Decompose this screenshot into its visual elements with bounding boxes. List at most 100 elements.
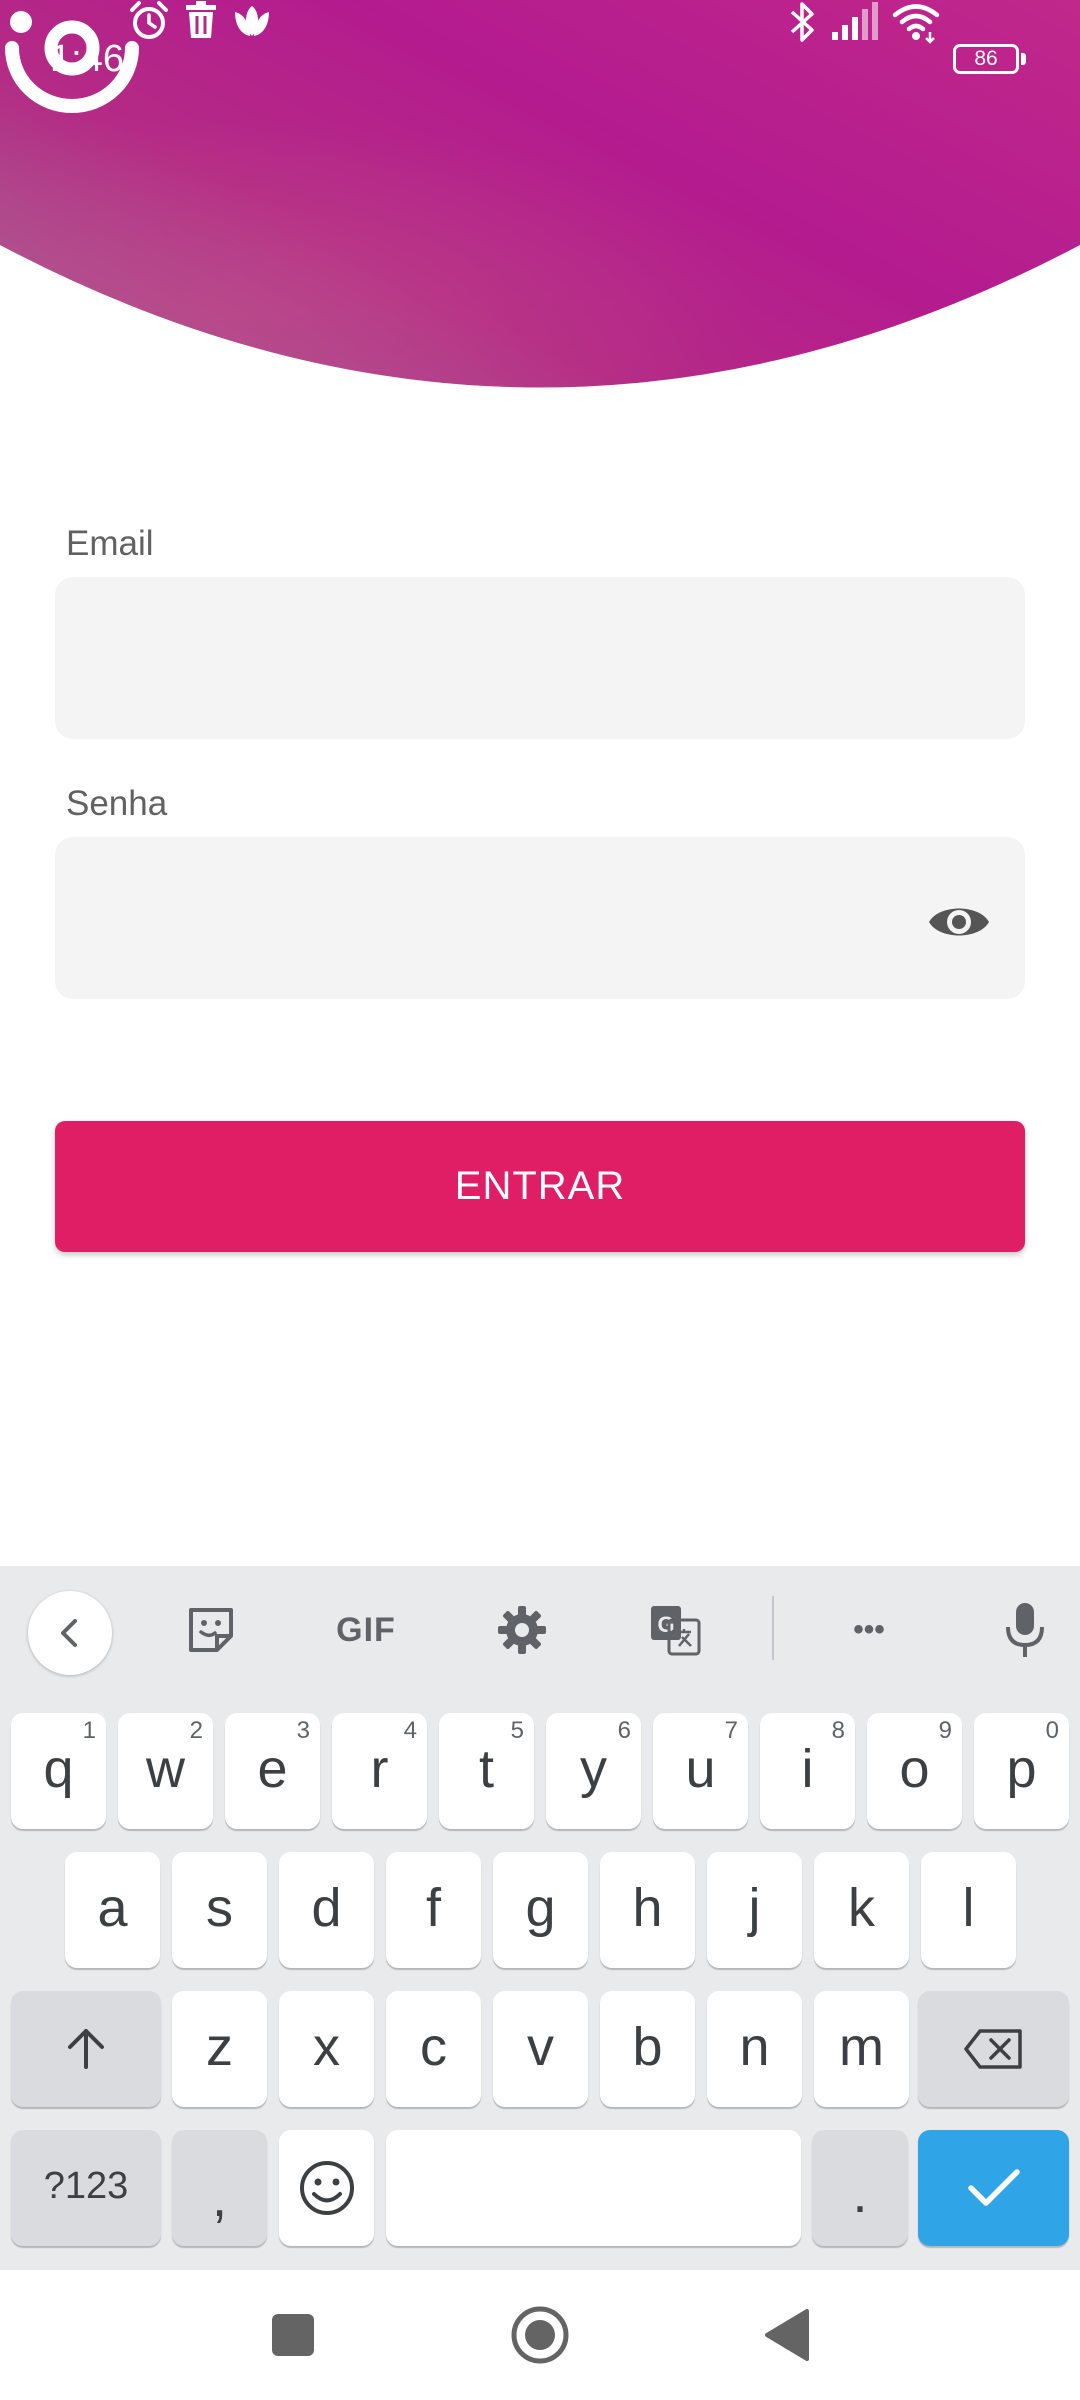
key-l[interactable]: l [921, 1852, 1016, 1968]
key-label: t [478, 1739, 494, 1799]
bluetooth-icon [790, 2, 814, 42]
key-hint: 4 [403, 1717, 417, 1744]
shift-icon [68, 2029, 104, 2069]
key-g[interactable]: g [493, 1852, 588, 1968]
status-bar: 1:46 86 [0, 0, 1080, 120]
key-y[interactable]: y6 [546, 1713, 641, 1829]
key-c[interactable]: c [386, 1991, 481, 2107]
key-u[interactable]: u7 [653, 1713, 748, 1829]
key-v[interactable]: v [493, 1991, 588, 2107]
key-label: i [801, 1739, 814, 1799]
key-hint: 8 [831, 1717, 845, 1744]
login-button[interactable]: ENTRAR [55, 1121, 1025, 1252]
sticker-icon [189, 1608, 233, 1652]
key-n[interactable]: n [707, 1991, 802, 2107]
keyboard-collapse-button[interactable] [28, 1591, 112, 1675]
toolbar-divider [772, 1596, 774, 1660]
trash-icon [186, 1, 216, 38]
key-label: j [748, 1878, 761, 1938]
back-button[interactable] [752, 2300, 822, 2370]
password-label: Senha [66, 784, 168, 823]
recents-button[interactable] [258, 2300, 328, 2370]
home-icon [511, 2306, 569, 2364]
battery-level: 86 [974, 47, 998, 70]
key-j[interactable]: j [707, 1852, 802, 1968]
key-hint: 3 [296, 1717, 310, 1744]
key-label: s [206, 1878, 233, 1938]
key-x[interactable]: x [279, 1991, 374, 2107]
key-label: a [97, 1878, 128, 1938]
key-label: n [739, 2017, 770, 2077]
key-label: , [211, 2168, 227, 2228]
enter-key[interactable] [918, 2130, 1069, 2246]
more-button[interactable]: ••• [834, 1598, 904, 1662]
key-m[interactable]: m [814, 1991, 909, 2107]
emoji-key[interactable] [279, 2130, 374, 2246]
key-label: y [580, 1739, 607, 1799]
key-label: b [632, 2017, 663, 2077]
key-label: q [43, 1739, 74, 1799]
emoji-icon [299, 2161, 354, 2215]
gear-icon [498, 1606, 546, 1654]
space-key[interactable] [386, 2130, 801, 2246]
eye-icon[interactable] [926, 889, 992, 955]
home-button[interactable] [505, 2300, 575, 2370]
sticker-button[interactable] [176, 1598, 246, 1662]
keyboard-toolbar: GIF G ••• [0, 1566, 1080, 1692]
key-i[interactable]: i8 [760, 1713, 855, 1829]
keyboard-settings-button[interactable] [487, 1598, 557, 1662]
key-t[interactable]: t5 [439, 1713, 534, 1829]
key-d[interactable]: d [279, 1852, 374, 1968]
key-hint: 5 [510, 1717, 524, 1744]
key-z[interactable]: z [172, 1991, 267, 2107]
key-hint: 9 [938, 1717, 952, 1744]
app-logo-icon [5, 11, 139, 113]
login-screen: 1:46 86 Email Senha ENTRAR GIF G ••• q 1… [0, 0, 1080, 2400]
key-w[interactable]: w2 [118, 1713, 213, 1829]
key-a[interactable]: a [65, 1852, 160, 1968]
keyboard: GIF G ••• q 1 w 2 e 3 r 4 t 5 y 6 u 7 i … [0, 1566, 1080, 2270]
svg-text:G: G [657, 1612, 674, 1637]
password-field[interactable] [55, 837, 1025, 999]
chevron-left-icon [61, 1619, 77, 1647]
email-field[interactable] [55, 577, 1025, 739]
key-e[interactable]: e3 [225, 1713, 320, 1829]
key-label: z [206, 2017, 233, 2077]
translate-button[interactable]: G [640, 1598, 710, 1662]
key-hint: 1 [82, 1717, 96, 1744]
key-o[interactable]: o9 [867, 1713, 962, 1829]
recents-icon [272, 2314, 314, 2356]
period-key[interactable]: . [812, 2130, 908, 2246]
key-label: l [962, 1878, 975, 1938]
key-p[interactable]: p0 [974, 1713, 1069, 1829]
key-hint: 0 [1045, 1717, 1059, 1744]
key-s[interactable]: s [172, 1852, 267, 1968]
key-q[interactable]: q1 [11, 1713, 106, 1829]
key-hint: 7 [724, 1717, 738, 1744]
battery-icon: 86 [953, 44, 1019, 74]
key-label: u [685, 1739, 716, 1799]
key-label: o [899, 1739, 930, 1799]
backspace-key[interactable] [918, 1991, 1069, 2107]
key-hint: 2 [189, 1717, 203, 1744]
key-label: v [527, 2017, 554, 2077]
key-label: r [370, 1739, 389, 1799]
key-k[interactable]: k [814, 1852, 909, 1968]
key-r[interactable]: r4 [332, 1713, 427, 1829]
key-label: ?123 [43, 2164, 129, 2207]
voice-input-button[interactable] [990, 1598, 1060, 1662]
translate-icon: G [651, 1606, 701, 1656]
key-label: p [1006, 1739, 1037, 1799]
shift-key[interactable] [11, 1991, 161, 2107]
wifi-icon [892, 4, 940, 44]
backspace-icon [963, 2029, 1022, 2069]
email-label: Email [66, 524, 154, 563]
comma-key[interactable]: , [172, 2130, 267, 2246]
header-banner: 1:46 86 [0, 0, 1080, 400]
key-label: e [257, 1739, 288, 1799]
key-f[interactable]: f [386, 1852, 481, 1968]
gif-button[interactable]: GIF [326, 1598, 406, 1662]
key-h[interactable]: h [600, 1852, 695, 1968]
symbols-key[interactable]: ?123 [11, 2130, 161, 2246]
key-b[interactable]: b [600, 1991, 695, 2107]
